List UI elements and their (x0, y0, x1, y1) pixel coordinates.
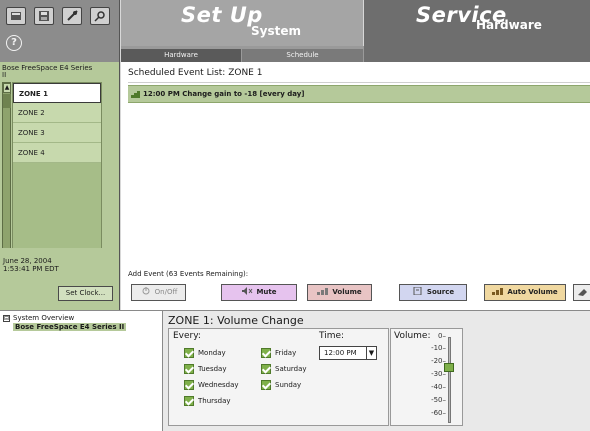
tab-bar-filler (364, 46, 590, 62)
source-icon (413, 287, 422, 295)
scroll-thumb[interactable] (3, 94, 11, 108)
toolbar: ? (0, 0, 120, 62)
tree-root-label: System Overview (13, 314, 75, 322)
volume-event-icon (131, 91, 140, 98)
onoff-button[interactable]: On/Off (131, 284, 186, 301)
day-label: Thursday (198, 397, 231, 405)
help-button[interactable]: ? (6, 35, 22, 51)
zone-item-3[interactable]: ZONE 3 (13, 123, 101, 143)
every-group: Every: Monday Tuesday Wednesday Thursday… (168, 328, 389, 426)
event-list-title: Scheduled Event List: ZONE 1 (128, 68, 263, 78)
wrench-icon (67, 10, 78, 21)
system-tree: ⊟ System Overview Bose FreeSpace E4 Serie… (0, 310, 163, 431)
source-label: Source (426, 288, 455, 296)
day-tuesday[interactable]: Tuesday (184, 364, 226, 374)
day-sunday[interactable]: Sunday (261, 380, 301, 390)
tab-bar: Hardware Schedule (121, 46, 590, 62)
auto-volume-label: Auto Volume (507, 288, 558, 296)
auto-volume-button[interactable]: Auto Volume (484, 284, 566, 301)
zone-item-2[interactable]: ZONE 2 (13, 103, 101, 123)
eraser-button[interactable] (573, 284, 590, 301)
eraser-icon (578, 289, 587, 296)
zone-item-1[interactable]: ZONE 1 (13, 83, 101, 103)
checkbox-friday[interactable] (261, 348, 271, 358)
checkbox-thursday[interactable] (184, 396, 194, 406)
event-row[interactable]: 12:00 PM Change gain to -18 [every day] (128, 85, 590, 103)
app-menu-icon (11, 12, 21, 20)
checkbox-saturday[interactable] (261, 364, 271, 374)
event-detail: ZONE 1: Volume Change Every: Monday Tues… (163, 310, 590, 431)
day-label: Wednesday (198, 381, 239, 389)
volume-label: Volume (332, 288, 362, 296)
volume-slider-thumb[interactable] (444, 362, 454, 372)
mute-label: Mute (256, 288, 277, 296)
power-icon (142, 287, 150, 295)
tab-schedule[interactable]: Schedule (242, 49, 363, 62)
save-icon (39, 11, 49, 21)
service-header[interactable]: Service Hardware (364, 0, 590, 46)
volume-tick: -20– (431, 357, 446, 365)
wrench-button[interactable] (62, 7, 82, 25)
tree-child-device[interactable]: Bose FreeSpace E4 Series II (13, 323, 127, 331)
search-icon (94, 11, 105, 22)
mute-icon (242, 287, 253, 295)
save-button[interactable] (34, 7, 54, 25)
auto-volume-icon (492, 288, 504, 295)
volume-tick: -50– (431, 396, 446, 404)
day-friday[interactable]: Friday (261, 348, 296, 358)
search-button[interactable] (90, 7, 110, 25)
every-label: Every: (173, 331, 201, 341)
setup-subtitle: System (251, 24, 301, 38)
checkbox-sunday[interactable] (261, 380, 271, 390)
time-label: Time: (319, 331, 345, 341)
tree-root[interactable]: ⊟ System Overview (3, 314, 74, 322)
clock-area: June 28, 2004 1:53:41 PM EDT Set Clock..… (0, 248, 120, 310)
schedule-main: Scheduled Event List: ZONE 1 12:00 PM Ch… (121, 62, 590, 310)
set-clock-button[interactable]: Set Clock... (58, 286, 113, 301)
clock-time: 1:53:41 PM EDT (3, 265, 59, 273)
checkbox-wednesday[interactable] (184, 380, 194, 390)
onoff-label: On/Off (154, 288, 178, 296)
checkbox-tuesday[interactable] (184, 364, 194, 374)
day-thursday[interactable]: Thursday (184, 396, 231, 406)
tab-hardware[interactable]: Hardware (121, 49, 241, 62)
day-label: Friday (275, 349, 297, 357)
scroll-up-button[interactable]: ▲ (3, 83, 11, 93)
volume-icon (317, 288, 329, 295)
day-label: Tuesday (198, 365, 227, 373)
day-label: Sunday (275, 381, 302, 389)
app-menu-button[interactable] (6, 7, 26, 25)
volume-button[interactable]: Volume (307, 284, 372, 301)
time-field[interactable]: 12:00 PM ▼ (319, 346, 377, 360)
event-list: 12:00 PM Change gain to -18 [every day] (128, 82, 590, 260)
add-event-label: Add Event (63 Events Remaining): (128, 270, 249, 278)
day-label: Saturday (275, 365, 307, 373)
volume-tick: 0– (438, 332, 446, 340)
clock-date: June 28, 2004 (3, 257, 52, 265)
checkbox-monday[interactable] (184, 348, 194, 358)
volume-tick: -40– (431, 383, 446, 391)
source-button[interactable]: Source (399, 284, 467, 301)
volume-tick: -30– (431, 370, 446, 378)
mute-button[interactable]: Mute (221, 284, 297, 301)
device-label: Bose FreeSpace E4 Series II (2, 64, 93, 79)
volume-group: Volume: 0– -10– -20– -30– -40– -50– -60– (390, 328, 463, 426)
volume-tick: -10– (431, 344, 446, 352)
volume-tick: -60– (431, 409, 446, 417)
day-monday[interactable]: Monday (184, 348, 226, 358)
day-saturday[interactable]: Saturday (261, 364, 307, 374)
event-text: 12:00 PM Change gain to -18 [every day] (143, 90, 305, 98)
collapse-icon[interactable]: ⊟ (3, 315, 10, 322)
volume-slider-track[interactable] (448, 337, 451, 423)
setup-header[interactable]: Set Up System (121, 0, 363, 46)
day-wednesday[interactable]: Wednesday (184, 380, 239, 390)
service-subtitle: Hardware (476, 18, 542, 32)
time-value: 12:00 PM (324, 349, 357, 357)
day-label: Monday (198, 349, 226, 357)
zone-item-4[interactable]: ZONE 4 (13, 143, 101, 163)
detail-title: ZONE 1: Volume Change (168, 314, 304, 327)
time-dropdown-icon[interactable]: ▼ (366, 347, 376, 359)
